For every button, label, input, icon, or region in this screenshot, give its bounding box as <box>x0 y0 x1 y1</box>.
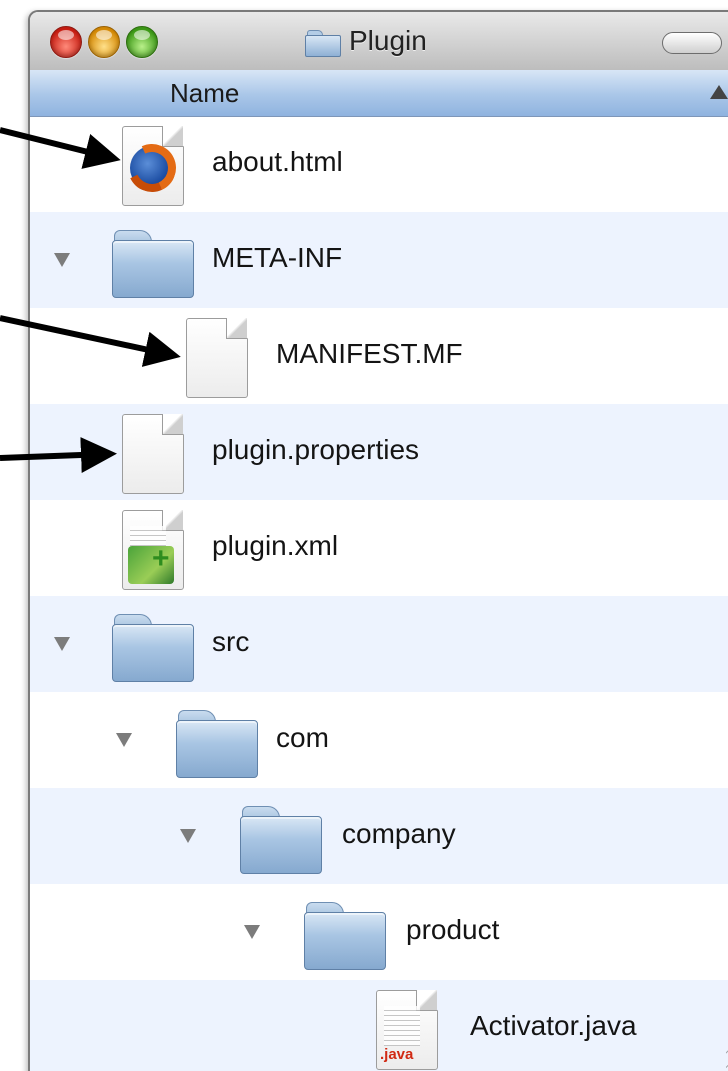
title-bar[interactable]: Plugin <box>30 12 728 71</box>
folder-name: com <box>276 722 329 753</box>
column-header-label: Name <box>170 78 240 108</box>
file-name: Activator.java <box>470 1010 637 1041</box>
list-item[interactable]: com <box>30 692 728 788</box>
document-icon <box>186 318 248 398</box>
folder-icon <box>305 27 341 57</box>
folder-name: src <box>212 626 250 657</box>
list-item[interactable]: .java Activator.java <box>30 980 728 1071</box>
java-badge: .java <box>380 1046 414 1063</box>
window-title: Plugin <box>305 22 427 60</box>
file-list: about.html META-INF MANIFEST.MF plugin.p… <box>30 116 728 1071</box>
folder-name: product <box>406 914 500 945</box>
disclosure-triangle-icon[interactable] <box>180 829 196 843</box>
list-item[interactable]: plugin.properties <box>30 404 728 500</box>
file-name: plugin.properties <box>212 434 420 465</box>
disclosure-triangle-icon[interactable] <box>244 925 260 939</box>
folder-icon <box>238 798 322 874</box>
list-item[interactable]: company <box>30 788 728 884</box>
folder-name: META-INF <box>212 242 343 273</box>
finder-window: Plugin Name about.html META-INF MANIFEST… <box>28 10 728 1071</box>
disclosure-triangle-icon[interactable] <box>54 253 70 267</box>
window-title-text: Plugin <box>349 25 427 56</box>
list-item[interactable]: META-INF <box>30 212 728 308</box>
java-document-icon: .java <box>376 990 438 1070</box>
file-name: about.html <box>212 146 343 177</box>
zoom-button[interactable] <box>126 26 158 58</box>
file-name: MANIFEST.MF <box>276 338 463 369</box>
minimize-button[interactable] <box>88 26 120 58</box>
toolbar-toggle-button[interactable] <box>662 32 722 54</box>
screenshot-stage: Plugin Name about.html META-INF MANIFEST… <box>0 0 728 1071</box>
disclosure-triangle-icon[interactable] <box>54 637 70 651</box>
list-item[interactable]: product <box>30 884 728 980</box>
list-item[interactable]: about.html <box>30 116 728 212</box>
column-header-name[interactable]: Name <box>30 70 728 117</box>
list-item[interactable]: src <box>30 596 728 692</box>
file-name: plugin.xml <box>212 530 339 561</box>
disclosure-triangle-icon[interactable] <box>116 733 132 747</box>
close-button[interactable] <box>50 26 82 58</box>
folder-icon <box>110 222 194 298</box>
sort-ascending-icon <box>710 85 728 99</box>
folder-icon <box>110 606 194 682</box>
list-item[interactable]: + plugin.xml <box>30 500 728 596</box>
xml-document-icon: + <box>122 510 184 590</box>
folder-icon <box>174 702 258 778</box>
folder-name: company <box>342 818 456 849</box>
folder-icon <box>302 894 386 970</box>
list-item[interactable]: MANIFEST.MF <box>30 308 728 404</box>
firefox-html-icon <box>121 126 184 206</box>
document-icon <box>122 414 184 494</box>
